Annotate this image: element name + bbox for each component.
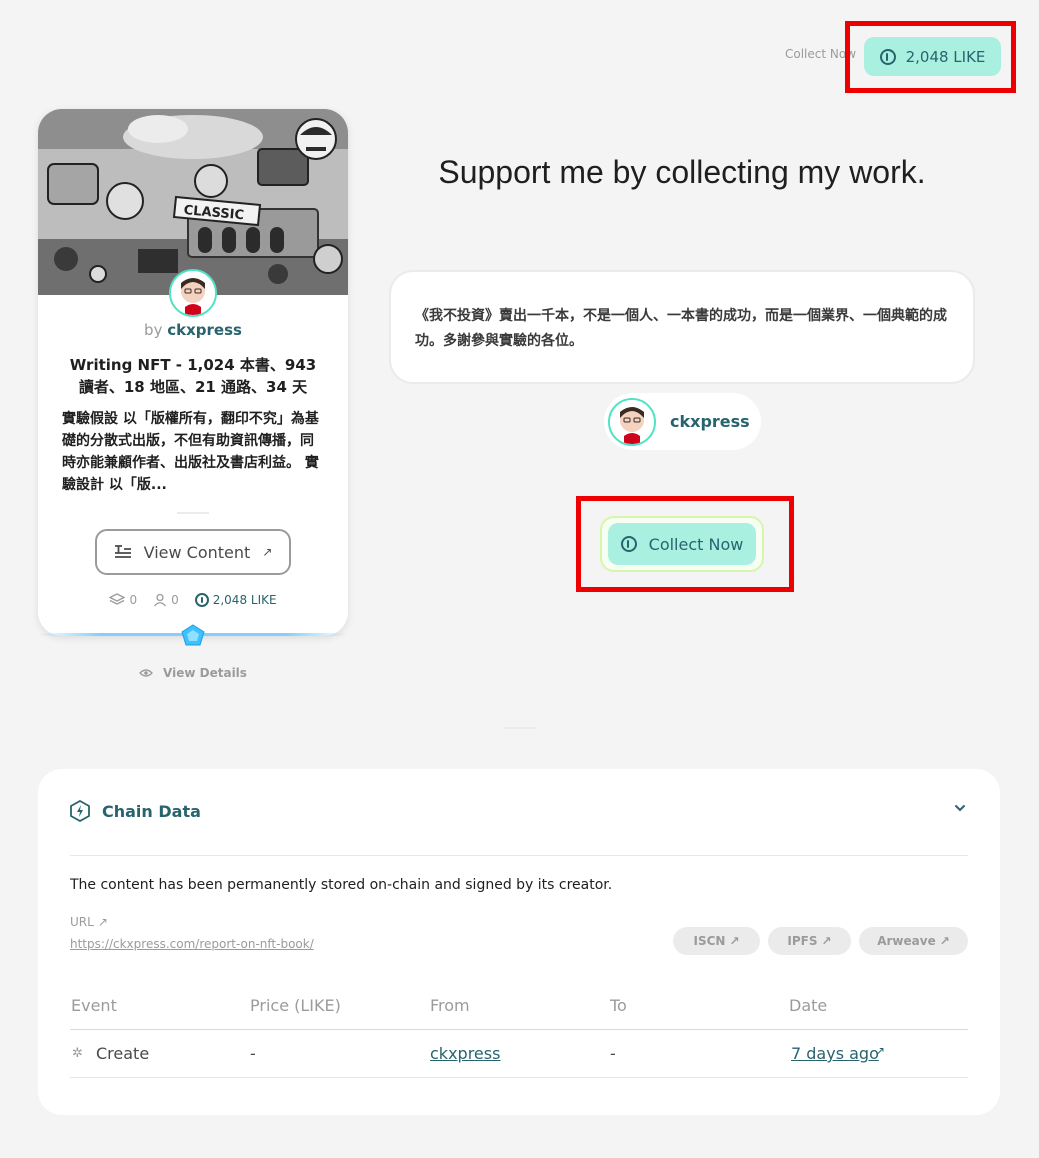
external-link-icon: ↗ xyxy=(821,934,832,948)
creator-message-text: 《我不投資》賣出一千本，不是一個人、一本書的成功，而是一個業界、一個典範的成功。… xyxy=(415,308,947,349)
by-prefix: by xyxy=(144,321,163,339)
stat-owners: 0 xyxy=(153,593,179,607)
card-divider xyxy=(177,512,209,514)
column-header-from: From xyxy=(430,996,470,1015)
arweave-label: Arweave xyxy=(877,934,936,948)
chevron-down-icon[interactable] xyxy=(950,798,970,818)
like-count-label: 2,048 LIKE xyxy=(905,47,986,66)
view-details-link[interactable]: View Details xyxy=(38,666,348,680)
chain-data-title: Chain Data xyxy=(102,801,201,821)
external-link-icon: ↗ xyxy=(729,934,740,948)
nft-card[interactable]: CLASSIC by ckxpress Writing NFT - 1,024 … xyxy=(38,109,348,636)
ipfs-button[interactable]: IPFS ↗ xyxy=(768,927,851,955)
column-header-event: Event xyxy=(71,996,117,1015)
gem-icon xyxy=(181,624,205,646)
stat-layers-value: 0 xyxy=(129,593,138,607)
card-creator-name[interactable]: ckxpress xyxy=(167,321,242,339)
stat-owners-value: 0 xyxy=(171,593,179,607)
nft-title: Writing NFT - 1,024 本書、943 讀者、18 地區、21 通… xyxy=(69,356,317,396)
create-event-icon: ✲ xyxy=(72,1046,83,1061)
content-url-link[interactable]: https://ckxpress.com/report-on-nft-book/ xyxy=(70,937,314,951)
stat-likes-value: 2,048 LIKE xyxy=(212,593,277,607)
section-divider xyxy=(503,727,537,729)
view-content-label: View Content xyxy=(143,542,251,562)
iscn-button[interactable]: ISCN ↗ xyxy=(673,927,760,955)
like-icon xyxy=(879,48,896,65)
chain-hexagon-icon xyxy=(70,800,90,822)
collect-now-text: Collect Now xyxy=(785,47,857,61)
arweave-button[interactable]: Arweave ↗ xyxy=(859,927,968,955)
row-price: - xyxy=(250,1044,256,1063)
card-stats: 0 0 2,048 LIKE xyxy=(38,593,348,607)
external-link-icon: ↗ xyxy=(939,934,950,948)
view-content-button[interactable]: View Content ↗ xyxy=(95,529,291,575)
like-count-button[interactable]: 2,048 LIKE xyxy=(864,37,1001,76)
content-icon xyxy=(114,545,131,558)
row-from-link[interactable]: ckxpress xyxy=(430,1044,500,1063)
eye-icon xyxy=(139,669,153,677)
iscn-label: ISCN xyxy=(693,934,726,948)
layers-icon xyxy=(109,593,126,605)
creator-message: 《我不投資》賣出一千本，不是一個人、一本書的成功，而是一個業界、一個典範的成功。… xyxy=(389,270,975,384)
avatar-face-icon xyxy=(610,399,654,444)
support-heading: Support me by collecting my work. xyxy=(438,154,926,190)
table-header-divider xyxy=(70,1029,968,1030)
creator-pill-avatar xyxy=(608,397,656,446)
stat-layers: 0 xyxy=(109,593,137,607)
chain-data-header[interactable]: Chain Data xyxy=(70,800,201,822)
column-header-price: Price (LIKE) xyxy=(250,996,341,1015)
like-icon xyxy=(194,593,209,607)
external-link-icon: ↗ xyxy=(262,545,273,559)
view-details-label: View Details xyxy=(163,666,247,680)
row-event: Create xyxy=(96,1044,150,1063)
card-byline: by ckxpress xyxy=(38,321,348,339)
collect-now-button[interactable]: Collect Now xyxy=(608,523,756,565)
collect-now-label: Collect Now xyxy=(648,534,744,554)
row-date-link[interactable]: 7 days ago xyxy=(791,1044,879,1063)
column-header-date: Date xyxy=(789,996,828,1015)
creator-pill-name: ckxpress xyxy=(670,412,750,431)
external-link-icon: ↗ xyxy=(97,915,108,929)
ipfs-label: IPFS xyxy=(787,934,818,948)
url-label: URL ↗ xyxy=(70,915,108,929)
column-header-to: To xyxy=(610,996,627,1015)
like-icon xyxy=(620,536,637,552)
nft-cover-image: CLASSIC xyxy=(38,109,348,295)
stat-likes: 2,048 LIKE xyxy=(194,593,277,607)
table-row-divider xyxy=(70,1077,968,1078)
chain-divider xyxy=(70,855,968,856)
chain-description: The content has been permanently stored … xyxy=(70,877,613,893)
creator-avatar[interactable] xyxy=(169,269,217,317)
row-to: - xyxy=(610,1044,616,1063)
nft-description: 實驗假設 以「版權所有，翻印不究」為基礎的分散式出版，不但有助資訊傳播，同時亦能… xyxy=(62,411,319,493)
external-link-icon: ↗ xyxy=(875,1044,886,1058)
user-icon xyxy=(154,593,167,607)
avatar-face-icon xyxy=(171,271,215,315)
creator-pill[interactable]: ckxpress xyxy=(604,393,761,450)
url-label-text: URL xyxy=(70,915,94,929)
